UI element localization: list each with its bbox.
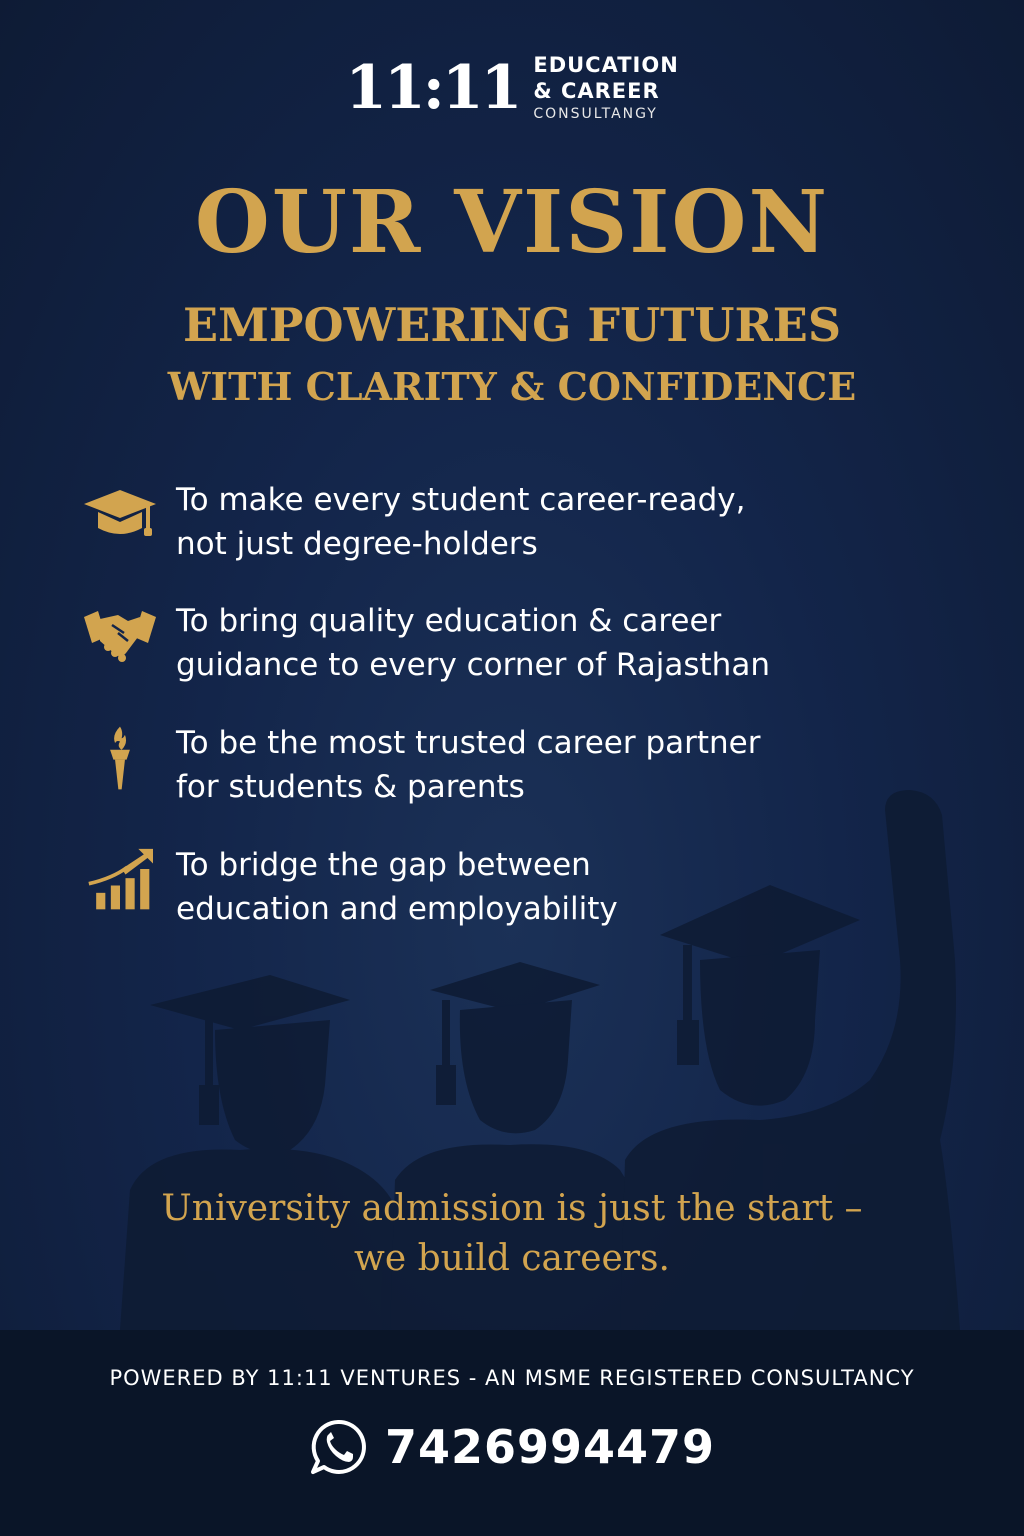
vision-item: To bring quality education & career guid…: [82, 599, 962, 699]
graduation-cap-icon: [84, 490, 156, 536]
phone-contact[interactable]: 7426994479: [0, 1418, 1024, 1476]
vision-item: To bridge the gap between education and …: [82, 843, 962, 943]
brand-name: EDUCATION & CAREER CONSULTANGY: [533, 52, 678, 124]
tagline: University admission is just the start –…: [0, 1184, 1024, 1284]
powered-by-text: POWERED BY 11:11 VENTURES - AN MSME REGI…: [109, 1366, 915, 1390]
vision-text-line-1: To make every student career-ready,: [176, 482, 746, 518]
vision-text-line-2: guidance to every corner of Rajasthan: [176, 647, 770, 683]
growth-chart-icon: [88, 848, 153, 910]
vision-text-line-1: To be the most trusted career partner: [176, 725, 761, 761]
page-subtitle-2: WITH CLARITY & CONFIDENCE: [167, 364, 857, 409]
vision-text-line-1: To bring quality education & career: [176, 603, 722, 639]
tagline-line-2: we build careers.: [354, 1238, 670, 1279]
footer: POWERED BY 11:11 VENTURES - AN MSME REGI…: [0, 1330, 1024, 1536]
brand-logo: 11:11 EDUCATION & CAREER CONSULTANGY: [0, 52, 1024, 124]
vision-text: To make every student career-ready, not …: [176, 478, 946, 566]
page-title: OUR VISION: [194, 172, 830, 273]
vision-text-line-2: for students & parents: [176, 769, 525, 805]
poster: 11:11 EDUCATION & CAREER CONSULTANGY OUR…: [0, 0, 1024, 1536]
vision-text-line-2: education and employability: [176, 891, 618, 927]
vision-item: To make every student career-ready, not …: [82, 478, 962, 578]
vision-item: To be the most trusted career partner fo…: [82, 721, 962, 821]
vision-text: To bring quality education & career guid…: [176, 599, 946, 687]
phone-number[interactable]: 7426994479: [385, 1420, 715, 1474]
vision-text-line-1: To bridge the gap between: [176, 847, 591, 883]
vision-text-line-2: not just degree-holders: [176, 526, 538, 562]
tagline-line-1: University admission is just the start –: [161, 1188, 863, 1229]
handshake-icon: [84, 611, 156, 662]
page-subtitle: EMPOWERING FUTURES: [182, 298, 842, 352]
brand-line-1: EDUCATION: [533, 53, 679, 77]
brand-line-3: CONSULTANGY: [533, 106, 658, 122]
vision-text: To be the most trusted career partner fo…: [176, 721, 946, 809]
vision-text: To bridge the gap between education and …: [176, 843, 946, 931]
torch-icon: [110, 726, 130, 790]
brand-mark: 11:11: [345, 53, 522, 123]
brand-line-2: & CAREER: [533, 79, 660, 103]
whatsapp-icon: [310, 1419, 366, 1474]
